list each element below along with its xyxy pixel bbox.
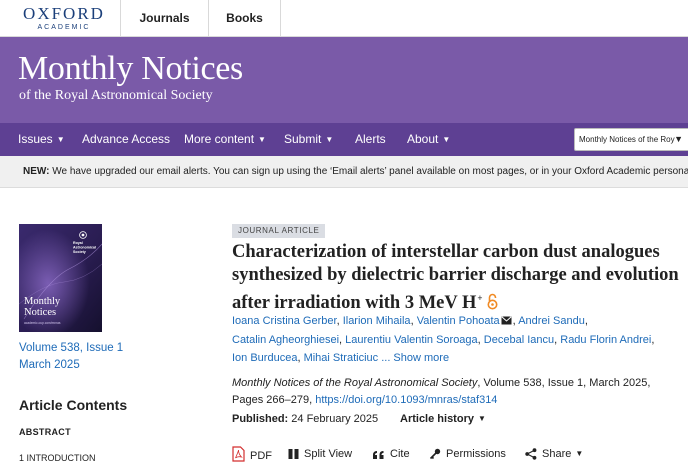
nav-about-label: About bbox=[407, 132, 439, 146]
citation-journal: Monthly Notices of the Royal Astronomica… bbox=[232, 377, 478, 389]
share-label: Share bbox=[542, 448, 572, 460]
author-link[interactable]: Decebal Iancu bbox=[484, 334, 554, 346]
logo-subtitle: ACADEMIC bbox=[37, 24, 91, 31]
journal-select[interactable]: Monthly Notices of the Roy ▼ bbox=[574, 128, 688, 151]
cover-artwork: Royal Astronomical Society Monthly Notic… bbox=[19, 224, 102, 332]
share-icon bbox=[525, 448, 537, 460]
article-history-toggle[interactable]: Article history ▼ bbox=[400, 413, 486, 425]
envelope-icon[interactable] bbox=[501, 313, 512, 331]
top-bar: OXFORD ACADEMIC Journals Books bbox=[0, 0, 688, 37]
nav-more-content[interactable]: More content ▼ bbox=[184, 123, 266, 156]
journal-cover-image[interactable]: Royal Astronomical Society Monthly Notic… bbox=[19, 224, 102, 332]
pdf-label: PDF bbox=[250, 450, 272, 462]
cover-title-line: Notices bbox=[24, 307, 56, 318]
key-icon bbox=[429, 448, 441, 460]
logo-wordmark: OXFORD bbox=[23, 4, 105, 23]
toc-item-abstract[interactable]: ABSTRACT bbox=[19, 427, 71, 437]
journal-subtitle: of the Royal Astronomical Society bbox=[19, 88, 213, 103]
chevron-down-icon: ▼ bbox=[477, 414, 486, 423]
published-info: Published: 24 February 2025 bbox=[232, 413, 378, 425]
author-link[interactable]: Radu Florin Andrei bbox=[560, 334, 651, 346]
quote-icon bbox=[373, 451, 384, 459]
cite-label: Cite bbox=[390, 448, 410, 460]
article-type-badge: JOURNAL ARTICLE bbox=[232, 224, 326, 238]
journals-link[interactable]: Journals bbox=[120, 0, 208, 37]
cover-tagline: academic.oup.com/mnras bbox=[24, 321, 61, 325]
nav-advance-access[interactable]: Advance Access bbox=[82, 123, 170, 156]
nav-more-content-label: More content bbox=[184, 132, 255, 146]
pdf-icon bbox=[232, 446, 245, 462]
permissions-label: Permissions bbox=[446, 448, 506, 460]
books-link[interactable]: Books bbox=[208, 0, 281, 37]
email-alert-notice: NEW: We have upgraded our email alerts. … bbox=[0, 156, 688, 188]
split-view-label: Split View bbox=[304, 448, 353, 460]
oxford-academic-logo[interactable]: OXFORD ACADEMIC bbox=[18, 5, 110, 32]
author-link[interactable]: Ioana Cristina Gerber bbox=[232, 315, 337, 327]
published-date: 24 February 2025 bbox=[291, 413, 379, 425]
notice-text: We have upgraded our email alerts. You c… bbox=[52, 166, 688, 177]
article-title-text: Characterization of interstellar carbon … bbox=[232, 242, 679, 313]
chevron-down-icon: ▼ bbox=[674, 134, 683, 144]
permissions-button[interactable]: Permissions bbox=[429, 446, 506, 462]
author-link[interactable]: Catalin Agheorghiesei bbox=[232, 334, 339, 346]
split-view-button[interactable]: Split View bbox=[288, 446, 352, 462]
doi-link[interactable]: https://doi.org/10.1093/mnras/staf314 bbox=[315, 394, 497, 406]
chevron-down-icon: ▼ bbox=[56, 135, 65, 144]
nav-submit[interactable]: Submit ▼ bbox=[284, 123, 333, 156]
journal-nav: Issues ▼ Advance Access More content ▼ Sub… bbox=[0, 123, 688, 156]
author-link[interactable]: Valentin Pohoata bbox=[417, 315, 500, 327]
journal-banner: Monthly Notices of the Royal Astronomica… bbox=[0, 37, 688, 123]
chevron-down-icon: ▼ bbox=[258, 135, 266, 144]
nav-about[interactable]: About ▼ bbox=[407, 123, 450, 156]
article-title: Characterization of interstellar carbon … bbox=[232, 241, 682, 317]
nav-alerts[interactable]: Alerts bbox=[355, 123, 386, 156]
article-contents-heading: Article Contents bbox=[19, 397, 128, 413]
notice-label: NEW: bbox=[23, 166, 50, 177]
chevron-down-icon: ▼ bbox=[575, 449, 584, 458]
issue-link[interactable]: Volume 538, Issue 1 March 2025 bbox=[19, 340, 139, 374]
cover-society-line: Royal bbox=[73, 241, 83, 245]
author-link[interactable]: Laurentiu Valentin Soroaga bbox=[345, 334, 478, 346]
split-view-icon bbox=[288, 449, 299, 459]
cite-button[interactable]: Cite bbox=[372, 446, 410, 462]
share-button[interactable]: Share ▼ bbox=[525, 446, 583, 462]
article-title-superscript: + bbox=[477, 293, 483, 303]
show-more-authors-link[interactable]: ... Show more bbox=[381, 352, 449, 364]
article-history-label: Article history bbox=[400, 413, 474, 425]
chevron-down-icon: ▼ bbox=[442, 135, 451, 144]
nav-issues-label: Issues bbox=[18, 132, 53, 146]
cover-society-line: Astronomical bbox=[73, 246, 96, 250]
nav-submit-label: Submit bbox=[284, 132, 322, 146]
author-link[interactable]: Mihai Straticiuc bbox=[304, 352, 379, 364]
nav-issues[interactable]: Issues ▼ bbox=[18, 123, 65, 156]
journal-select-value: Monthly Notices of the Roy bbox=[579, 135, 675, 144]
cover-title-line: Monthly bbox=[24, 296, 61, 307]
pdf-button[interactable]: PDF bbox=[232, 446, 272, 462]
cover-society-line: Society bbox=[73, 250, 86, 254]
author-list: Ioana Cristina Gerber, Ilarion Mihaila, … bbox=[232, 313, 655, 364]
chevron-down-icon: ▼ bbox=[325, 135, 334, 144]
toc-item-introduction[interactable]: 1 INTRODUCTION bbox=[19, 453, 96, 463]
citation: Monthly Notices of the Royal Astronomica… bbox=[232, 375, 682, 409]
author-link[interactable]: Andrei Sandu bbox=[518, 315, 585, 327]
author-link[interactable]: Ion Burducea bbox=[232, 352, 297, 364]
published-label: Published: bbox=[232, 413, 289, 425]
author-link[interactable]: Ilarion Mihaila bbox=[343, 315, 411, 327]
journal-title[interactable]: Monthly Notices bbox=[18, 50, 243, 88]
